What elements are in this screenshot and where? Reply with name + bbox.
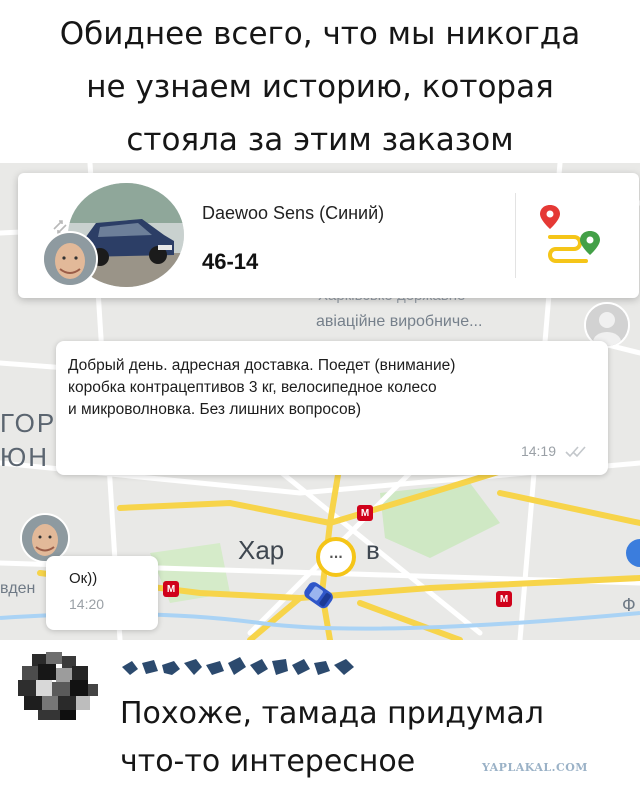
message-time: 14:19 [520,443,556,459]
map-label-edge: Ф [622,595,636,615]
map-label-district: ЮН [0,442,50,472]
message-line: и микроволновка. Без лишних вопросов) [68,401,361,418]
double-check-icon [565,446,586,458]
car-model: Daewoo Sens (Синий) [202,203,385,223]
watermark: YAPLAKAL.COM [482,761,588,774]
pickup-marker[interactable]: ··· [316,537,356,577]
message-text: Добрый день. адресная доставка. Поедет (… [68,355,598,421]
chat-message-reply: Ок)) 14:20 [46,556,158,630]
caption-line: не узнаем историю, которая [86,69,554,105]
map-label-district: ГОР [0,408,57,438]
metro-icon: M [163,581,179,597]
map-label-district: вден [0,580,36,597]
pixelated-avatar [18,652,98,720]
obscured-username [122,657,354,675]
card-divider [515,193,516,278]
metro-icon: M [357,505,373,521]
chat-message-incoming: Добрый день. адресная доставка. Поедет (… [56,341,608,475]
map-label-area: авіаційне виробниче... [316,313,483,330]
taxi-car-icon [304,582,333,609]
message-line: коробка контрацептивов 3 кг, велосипедно… [68,379,437,396]
route-icon[interactable] [538,203,604,265]
map-label-city: в [366,535,380,565]
driver-card[interactable]: Daewoo Sens (Синий) 46-14 [18,173,639,298]
driver-avatar [42,231,98,287]
message-text: Ок)) [69,570,98,587]
message-time: 14:20 [69,596,105,612]
comment-line: Похоже, тамада придумал [120,696,544,731]
meme-caption-top: Обиднее всего, что мы никогда не узнаем … [0,8,640,167]
caption-line: стояла за этим заказом [126,122,514,158]
car-plate-number: 46-14 [202,249,259,274]
metro-icon: M [496,591,512,607]
caption-line: Обиднее всего, что мы никогда [59,16,581,52]
map-label-city: Хар [238,535,285,565]
message-line: Добрый день. адресная доставка. Поедет (… [68,357,456,374]
